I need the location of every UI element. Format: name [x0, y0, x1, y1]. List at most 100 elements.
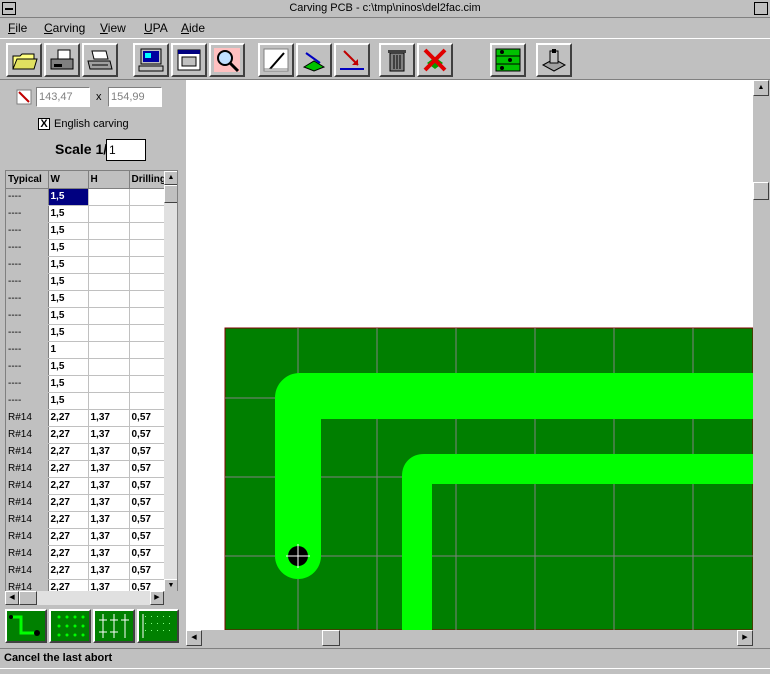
- table-cell[interactable]: [129, 273, 165, 291]
- row-typical-cell[interactable]: R#14: [6, 443, 49, 461]
- row-typical-cell[interactable]: ----: [6, 392, 49, 410]
- pcb-canvas[interactable]: [186, 80, 753, 630]
- print-setup-button[interactable]: [44, 43, 80, 77]
- column-header-drilling[interactable]: Drilling: [129, 171, 165, 189]
- delete-button[interactable]: [379, 43, 415, 77]
- grid-hscroll-thumb[interactable]: [19, 591, 37, 605]
- row-typical-cell[interactable]: R#14: [6, 494, 49, 512]
- table-cell[interactable]: [129, 324, 165, 342]
- cancel-button[interactable]: [417, 43, 453, 77]
- row-typical-cell[interactable]: ----: [6, 375, 49, 393]
- table-cell[interactable]: 1,37: [88, 545, 130, 563]
- table-cell[interactable]: [129, 307, 165, 325]
- row-typical-cell[interactable]: ----: [6, 358, 49, 376]
- table-cell[interactable]: 2,27: [48, 460, 89, 478]
- table-cell[interactable]: 0,57: [129, 511, 165, 529]
- row-typical-cell[interactable]: R#14: [6, 528, 49, 546]
- print-button[interactable]: [82, 43, 118, 77]
- table-cell[interactable]: 1,37: [88, 409, 130, 427]
- computer-view-button[interactable]: [133, 43, 169, 77]
- table-cell[interactable]: 1,37: [88, 477, 130, 495]
- table-row[interactable]: ---- 1,5: [6, 324, 165, 342]
- table-row[interactable]: ---- 1,5: [6, 256, 165, 274]
- table-cell[interactable]: [129, 375, 165, 393]
- canvas-scroll-left-button[interactable]: ◀: [186, 630, 202, 646]
- table-cell[interactable]: 2,27: [48, 511, 89, 529]
- table-cell[interactable]: [129, 188, 165, 206]
- grid-vertical-scrollbar[interactable]: ▲ ▼: [164, 171, 177, 593]
- table-cell[interactable]: 2,27: [48, 562, 89, 580]
- zoom-button[interactable]: [209, 43, 245, 77]
- table-row[interactable]: R#14 2,27 1,37 0,57: [6, 460, 165, 478]
- row-typical-cell[interactable]: ----: [6, 239, 49, 257]
- grid-scroll-right-button[interactable]: ▶: [150, 591, 164, 605]
- table-cell[interactable]: 0,57: [129, 443, 165, 461]
- table-cell[interactable]: 0,57: [129, 562, 165, 580]
- row-typical-cell[interactable]: R#14: [6, 460, 49, 478]
- table-row[interactable]: R#14 2,27 1,37 0,57: [6, 562, 165, 580]
- table-cell[interactable]: [129, 205, 165, 223]
- table-cell[interactable]: 1,5: [48, 324, 89, 342]
- row-typical-cell[interactable]: ----: [6, 307, 49, 325]
- table-cell[interactable]: 1,5: [48, 188, 89, 206]
- table-cell[interactable]: 2,27: [48, 545, 89, 563]
- route-track-button[interactable]: [296, 43, 332, 77]
- menu-file[interactable]: File: [8, 21, 27, 35]
- table-cell[interactable]: 0,57: [129, 409, 165, 427]
- canvas-horizontal-scrollbar[interactable]: ◀ ▶: [186, 630, 753, 647]
- menu-carving[interactable]: Carving: [44, 21, 85, 35]
- drill-mode-button[interactable]: [93, 609, 135, 643]
- table-cell[interactable]: 1,5: [48, 290, 89, 308]
- row-typical-cell[interactable]: ----: [6, 222, 49, 240]
- canvas-hscroll-thumb[interactable]: [322, 630, 340, 646]
- menu-upa[interactable]: UPA: [144, 21, 168, 35]
- table-cell[interactable]: [88, 324, 130, 342]
- row-typical-cell[interactable]: ----: [6, 205, 49, 223]
- table-row[interactable]: R#14 2,27 1,37 0,57: [6, 409, 165, 427]
- table-cell[interactable]: [88, 256, 130, 274]
- row-typical-cell[interactable]: ----: [6, 256, 49, 274]
- table-cell[interactable]: 1,37: [88, 460, 130, 478]
- row-typical-cell[interactable]: ----: [6, 324, 49, 342]
- table-cell[interactable]: 1,5: [48, 307, 89, 325]
- table-cell[interactable]: [88, 205, 130, 223]
- table-cell[interactable]: 2,27: [48, 426, 89, 444]
- table-cell[interactable]: 1,5: [48, 375, 89, 393]
- canvas-scroll-up-button[interactable]: ▲: [753, 80, 769, 96]
- pcb-board[interactable]: [224, 327, 753, 630]
- row-typical-cell[interactable]: ----: [6, 188, 49, 206]
- row-typical-cell[interactable]: R#14: [6, 562, 49, 580]
- table-cell[interactable]: 1,37: [88, 426, 130, 444]
- table-cell[interactable]: [88, 188, 130, 206]
- grid-mode-button[interactable]: [137, 609, 179, 643]
- table-row[interactable]: ---- 1,5: [6, 392, 165, 410]
- table-cell[interactable]: 0,57: [129, 494, 165, 512]
- table-cell[interactable]: 1,5: [48, 222, 89, 240]
- table-row[interactable]: R#14 2,27 1,37 0,57: [6, 528, 165, 546]
- table-row[interactable]: ---- 1,5: [6, 375, 165, 393]
- table-cell[interactable]: [129, 341, 165, 359]
- table-cell[interactable]: [129, 239, 165, 257]
- row-typical-cell[interactable]: R#14: [6, 545, 49, 563]
- table-cell[interactable]: [88, 375, 130, 393]
- table-cell[interactable]: [88, 239, 130, 257]
- table-cell[interactable]: [129, 256, 165, 274]
- maximize-button[interactable]: [754, 2, 768, 15]
- menu-aide[interactable]: Aide: [181, 21, 205, 35]
- table-cell[interactable]: 1,5: [48, 392, 89, 410]
- table-cell[interactable]: 2,27: [48, 477, 89, 495]
- table-cell[interactable]: 2,27: [48, 494, 89, 512]
- row-typical-cell[interactable]: R#14: [6, 409, 49, 427]
- english-carving-checkbox[interactable]: X: [38, 118, 50, 130]
- table-cell[interactable]: [129, 290, 165, 308]
- table-cell[interactable]: [88, 307, 130, 325]
- table-cell[interactable]: [129, 392, 165, 410]
- table-cell[interactable]: [129, 222, 165, 240]
- table-row[interactable]: R#14 2,27 1,37 0,57: [6, 545, 165, 563]
- table-cell[interactable]: [88, 273, 130, 291]
- column-header-w[interactable]: W: [48, 171, 89, 189]
- table-cell[interactable]: 1,37: [88, 443, 130, 461]
- canvas-scroll-right-button[interactable]: ▶: [737, 630, 753, 646]
- table-cell[interactable]: 1,5: [48, 239, 89, 257]
- table-cell[interactable]: [88, 358, 130, 376]
